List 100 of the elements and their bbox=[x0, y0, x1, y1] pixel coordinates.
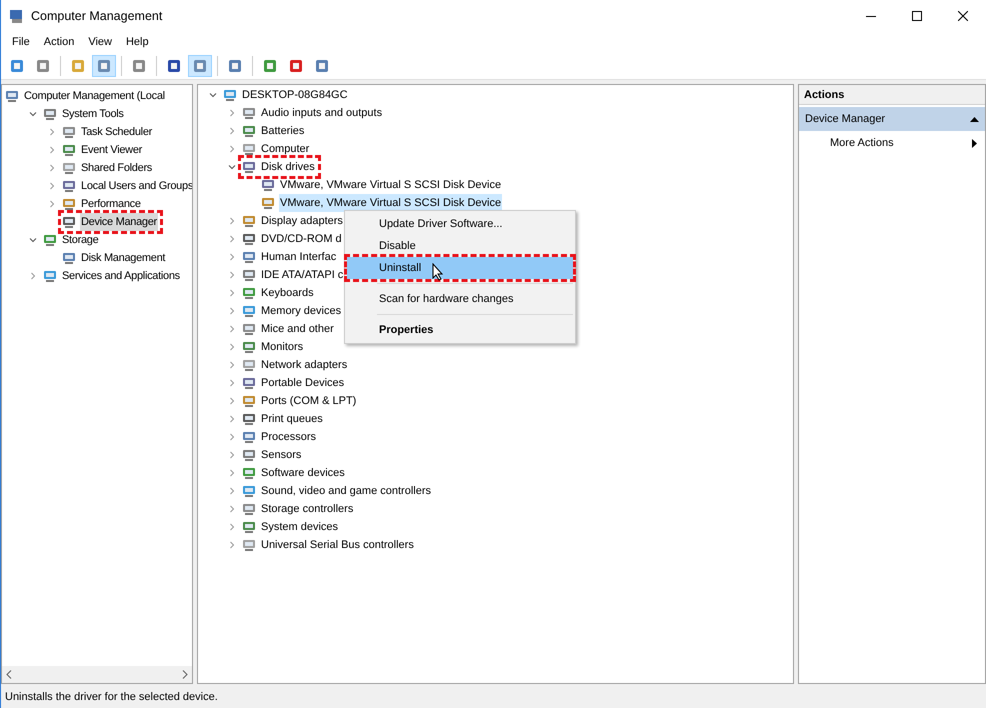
tree-item[interactable]: Keyboards bbox=[260, 284, 315, 302]
tree-item[interactable]: Disk Management bbox=[80, 249, 166, 267]
expand-chevron-icon[interactable] bbox=[48, 200, 56, 208]
toolbar-button[interactable] bbox=[188, 54, 212, 76]
tree-item[interactable]: System Tools bbox=[61, 105, 125, 123]
expand-chevron-icon[interactable] bbox=[228, 127, 236, 135]
tree-item[interactable]: Device Manager bbox=[80, 213, 158, 231]
expand-chevron-icon[interactable] bbox=[48, 146, 56, 154]
tree-item[interactable]: Mice and other bbox=[260, 320, 335, 338]
tree-item[interactable]: Ports (COM & LPT) bbox=[260, 392, 358, 410]
tree-item[interactable]: Network adapters bbox=[260, 356, 348, 374]
expand-chevron-icon[interactable] bbox=[228, 271, 236, 279]
device-icon bbox=[260, 195, 276, 211]
expand-chevron-icon[interactable] bbox=[48, 128, 56, 136]
expand-chevron-icon[interactable] bbox=[228, 379, 236, 387]
tree-item[interactable]: System devices bbox=[260, 518, 340, 536]
device-icon bbox=[241, 465, 257, 481]
tree-item[interactable]: Task Scheduler bbox=[80, 123, 154, 141]
collapse-chevron-icon[interactable] bbox=[28, 110, 36, 118]
scroll-left-icon[interactable] bbox=[6, 670, 12, 679]
expand-chevron-icon[interactable] bbox=[228, 469, 236, 477]
tree-item[interactable]: Storage controllers bbox=[260, 500, 354, 518]
tree-item[interactable]: Processors bbox=[260, 428, 318, 446]
context-menu-item[interactable]: Scan for hardware changes bbox=[347, 288, 573, 310]
device-icon bbox=[61, 160, 77, 176]
tree-item[interactable]: Display adapters bbox=[260, 212, 344, 230]
expand-chevron-icon[interactable] bbox=[228, 523, 236, 531]
expand-chevron-icon[interactable] bbox=[228, 217, 236, 225]
tree-item[interactable]: VMware, VMware Virtual S SCSI Disk Device bbox=[279, 194, 502, 212]
context-menu-item[interactable]: Disable bbox=[347, 235, 573, 257]
toolbar-icon bbox=[288, 58, 304, 74]
expand-chevron-icon[interactable] bbox=[228, 289, 236, 297]
expand-chevron-icon[interactable] bbox=[228, 541, 236, 549]
tree-item[interactable]: Computer bbox=[260, 140, 310, 158]
expand-chevron-icon[interactable] bbox=[228, 109, 236, 117]
tree-item[interactable]: Sensors bbox=[260, 446, 302, 464]
tree-item[interactable]: DVD/CD-ROM d bbox=[260, 230, 343, 248]
device-icon bbox=[222, 87, 238, 103]
collapse-triangle-icon[interactable] bbox=[970, 116, 979, 122]
expand-chevron-icon[interactable] bbox=[28, 272, 36, 280]
context-menu-item[interactable]: Uninstall bbox=[347, 257, 573, 279]
expand-chevron-icon[interactable] bbox=[228, 361, 236, 369]
expand-chevron-icon[interactable] bbox=[228, 451, 236, 459]
collapse-chevron-icon[interactable] bbox=[28, 236, 36, 244]
toolbar-icon bbox=[70, 58, 86, 74]
context-menu-item[interactable]: Update Driver Software... bbox=[347, 213, 573, 235]
tree-item[interactable]: Event Viewer bbox=[80, 141, 144, 159]
context-menu-item[interactable]: Properties bbox=[347, 319, 573, 341]
tree-item[interactable]: VMware, VMware Virtual S SCSI Disk Device bbox=[279, 176, 502, 194]
device-icon bbox=[42, 232, 58, 248]
expand-chevron-icon[interactable] bbox=[228, 253, 236, 261]
collapse-chevron-icon[interactable] bbox=[228, 163, 236, 171]
expand-chevron-icon[interactable] bbox=[228, 415, 236, 423]
device-icon bbox=[241, 483, 257, 499]
device-icon bbox=[241, 321, 257, 337]
actions-section[interactable]: Device Manager bbox=[799, 107, 985, 131]
menu-item[interactable]: View bbox=[81, 34, 119, 50]
expand-chevron-icon[interactable] bbox=[228, 307, 236, 315]
expand-chevron-icon[interactable] bbox=[228, 433, 236, 441]
toolbar-button[interactable] bbox=[92, 54, 116, 76]
expand-chevron-icon[interactable] bbox=[228, 505, 236, 513]
tree-item[interactable]: DESKTOP-08G84GC bbox=[241, 86, 349, 104]
expand-chevron-icon[interactable] bbox=[228, 235, 236, 243]
expand-chevron-icon[interactable] bbox=[228, 145, 236, 153]
tree-item[interactable]: Print queues bbox=[260, 410, 324, 428]
menu-item[interactable]: Help bbox=[118, 34, 156, 50]
tree-item[interactable]: Computer Management (Local bbox=[23, 87, 166, 105]
tree-item[interactable]: Sound, video and game controllers bbox=[260, 482, 432, 500]
tree-item[interactable]: Batteries bbox=[260, 122, 306, 140]
tree-item[interactable]: Memory devices bbox=[260, 302, 342, 320]
tree-item[interactable]: IDE ATA/ATAPI c bbox=[260, 266, 344, 284]
tree-item[interactable]: Universal Serial Bus controllers bbox=[260, 536, 415, 554]
tree-item[interactable]: Software devices bbox=[260, 464, 346, 482]
expand-chevron-icon[interactable] bbox=[228, 487, 236, 495]
tree-item[interactable]: Storage bbox=[61, 231, 100, 249]
expand-chevron-icon[interactable] bbox=[228, 343, 236, 351]
tree-item[interactable]: Monitors bbox=[260, 338, 304, 356]
collapse-chevron-icon[interactable] bbox=[208, 91, 216, 99]
status-bar-text: Uninstalls the driver for the selected device. bbox=[5, 690, 218, 705]
tree-item[interactable]: Performance bbox=[80, 195, 142, 213]
device-icon bbox=[61, 124, 77, 140]
action-link[interactable]: More Actions bbox=[830, 134, 894, 152]
toolbar-icon bbox=[314, 58, 330, 74]
scroll-right-icon[interactable] bbox=[182, 670, 188, 679]
tree-item[interactable]: Disk drives bbox=[260, 158, 316, 176]
expand-chevron-icon[interactable] bbox=[228, 397, 236, 405]
menu-item[interactable]: File bbox=[5, 34, 37, 50]
expand-chevron-icon[interactable] bbox=[48, 164, 56, 172]
tree-item[interactable]: Services and Applications bbox=[61, 267, 181, 285]
horizontal-scrollbar[interactable] bbox=[2, 666, 192, 683]
device-icon bbox=[241, 447, 257, 463]
expand-chevron-icon[interactable] bbox=[228, 325, 236, 333]
tree-item[interactable]: Shared Folders bbox=[80, 159, 154, 177]
tree-item[interactable]: Human Interfac bbox=[260, 248, 338, 266]
device-icon bbox=[241, 105, 257, 121]
menu-item[interactable]: Action bbox=[36, 34, 82, 50]
expand-chevron-icon[interactable] bbox=[48, 182, 56, 190]
tree-item[interactable]: Audio inputs and outputs bbox=[260, 104, 384, 122]
tree-item[interactable]: Portable Devices bbox=[260, 374, 346, 392]
device-icon bbox=[241, 537, 257, 553]
